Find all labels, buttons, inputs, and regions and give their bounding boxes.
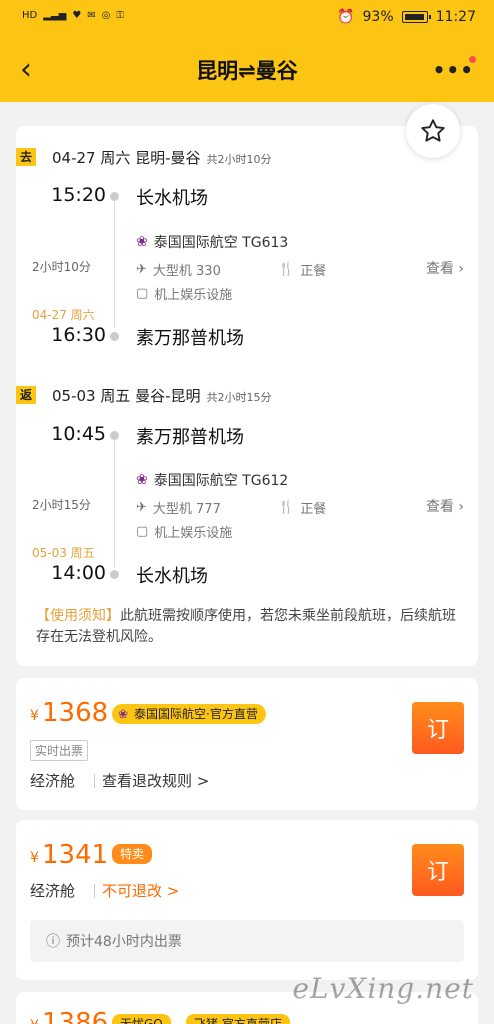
outbound-duration: 2小时10分 (32, 260, 91, 274)
currency-symbol: ¥ (30, 708, 39, 724)
return-details-link[interactable]: 查看 › (426, 496, 464, 516)
outbound-entertainment: ▢ 机上娱乐设施 (136, 286, 233, 303)
return-arr-date: 05-03 周五 (32, 546, 95, 560)
signal-icon: ▂▃▅ (43, 10, 67, 21)
book-button[interactable]: 订 (412, 702, 464, 754)
cabin-class: 经济舱 (30, 882, 76, 900)
itinerary-card: 去 04-27 周六 昆明-曼谷 共2小时10分 15:20 长水机场 ❀ 泰国国… (16, 104, 478, 666)
book-button[interactable]: 订 (412, 844, 464, 896)
return-arr-time: 14:00 (51, 562, 106, 584)
return-arr-airport: 长水机场 (136, 566, 208, 587)
outbound-arr-date: 04-27 周六 (32, 308, 95, 322)
chevron-right-icon: › (458, 499, 464, 515)
offer-card[interactable]: ¥ 1368 ❀ 泰国国际航空·官方直营 实时出票 经济舱 查看退改规则 > 订 (16, 678, 478, 810)
outbound-aircraft: ✈ 大型机 330 (136, 262, 221, 279)
browser-icon: ◎ (101, 10, 111, 21)
currency-symbol: ¥ (30, 850, 39, 866)
tv-icon: ▢ (136, 286, 149, 301)
cabin-class: 经济舱 (30, 772, 76, 790)
offer-price: 1341 (42, 840, 109, 870)
instant-ticket-tag: 实时出票 (30, 740, 89, 761)
info-icon: ⓘ (46, 934, 60, 950)
outbound-arr-airport: 素万那普机场 (136, 328, 244, 349)
clock: 11:27 (435, 9, 476, 25)
battery-percent: 93% (362, 9, 394, 25)
return-tag: 返 (16, 386, 36, 404)
plane-icon: ✈ (136, 262, 147, 277)
outbound-total-duration: 共2小时10分 (206, 153, 272, 166)
tv-icon: ▢ (136, 524, 149, 539)
page-title: 昆明⇌曼谷 (196, 59, 298, 83)
favorite-star-button[interactable] (406, 104, 460, 158)
notification-dot (469, 56, 476, 63)
return-total-duration: 共2小时15分 (206, 391, 272, 404)
plane-icon: ✈ (136, 500, 147, 515)
return-entertainment: ▢ 机上娱乐设施 (136, 524, 233, 541)
status-bar: HD ▂▃▅ ♥ ✉ ◎ ⚿ ⏰ 93% 11:27 (0, 0, 494, 36)
return-dep-time: 10:45 (51, 423, 106, 445)
alarm-icon: ⏰ (337, 9, 355, 25)
watermark: eLvXing.net (292, 972, 474, 1005)
refund-rules-link[interactable]: 查看退改规则 > (102, 770, 209, 791)
offer-card[interactable]: ¥ 1341 特卖 经济舱 不可退改 > 订 ⓘ 预计48小时内出票 (16, 820, 478, 980)
fliggy-store-badge: 飞猪 官方直营店 (186, 1014, 290, 1024)
return-header: 05-03 周五 曼谷-昆明 共2小时15分 (52, 387, 272, 405)
ticketing-info: ⓘ 预计48小时内出票 (30, 920, 464, 962)
return-airline: ❀ 泰国国际航空 TG612 (136, 472, 289, 489)
more-menu-button[interactable]: ••• (433, 58, 474, 82)
return-dep-airport: 素万那普机场 (136, 427, 244, 448)
heart-icon: ♥ (72, 10, 82, 21)
hd-indicator: HD (22, 10, 38, 21)
outbound-dep-airport: 长水机场 (136, 188, 208, 209)
battery-icon (401, 11, 431, 23)
outbound-arr-time: 16:30 (51, 324, 106, 346)
outbound-dep-time: 15:20 (51, 184, 106, 206)
mail-icon: ✉ (87, 10, 96, 21)
utensils-icon: 🍴 (278, 262, 295, 277)
return-duration: 2小时15分 (32, 498, 91, 512)
utensils-icon: 🍴 (278, 500, 295, 515)
return-meal: 🍴 正餐 (278, 500, 327, 517)
wuyou-go-badge: 无忧GO (112, 1014, 171, 1024)
no-refund-link[interactable]: 不可退改 > (102, 880, 179, 901)
star-icon (421, 119, 445, 142)
timeline-node (110, 192, 119, 201)
outbound-airline: ❀ 泰国国际航空 TG613 (136, 234, 289, 251)
outbound-tag: 去 (16, 148, 36, 166)
official-airline-badge: ❀ 泰国国际航空·官方直营 (112, 704, 266, 724)
airline-logo-icon: ❀ (118, 707, 129, 721)
outbound-meal: 🍴 正餐 (278, 262, 327, 279)
notice-label: 【使用须知】 (36, 608, 120, 624)
currency-symbol: ¥ (30, 1018, 39, 1024)
return-aircraft: ✈ 大型机 777 (136, 500, 221, 517)
timeline-node (110, 332, 119, 341)
timeline-node (110, 431, 119, 440)
airline-logo-icon: ❀ (136, 234, 148, 250)
divider (94, 774, 95, 788)
outbound-header: 04-27 周六 昆明-曼谷 共2小时10分 (52, 149, 272, 167)
airline-logo-icon: ❀ (136, 472, 148, 488)
special-sale-badge: 特卖 (112, 844, 153, 864)
offer-price: 1386 (42, 1008, 109, 1024)
divider (94, 884, 95, 898)
chevron-right-icon: › (458, 261, 464, 277)
outbound-details-link[interactable]: 查看 › (426, 258, 464, 278)
timeline-node (110, 570, 119, 579)
header-bar: HD ▂▃▅ ♥ ✉ ◎ ⚿ ⏰ 93% 11:27 ‹ 昆明⇌曼谷 ••• (0, 0, 494, 102)
offer-price: 1368 (42, 698, 109, 728)
key-icon: ⚿ (116, 10, 125, 21)
usage-notice: 【使用须知】此航班需按顺序使用，若您未乘坐前段航班，后续航班存在无法登机风险。 (36, 606, 466, 648)
